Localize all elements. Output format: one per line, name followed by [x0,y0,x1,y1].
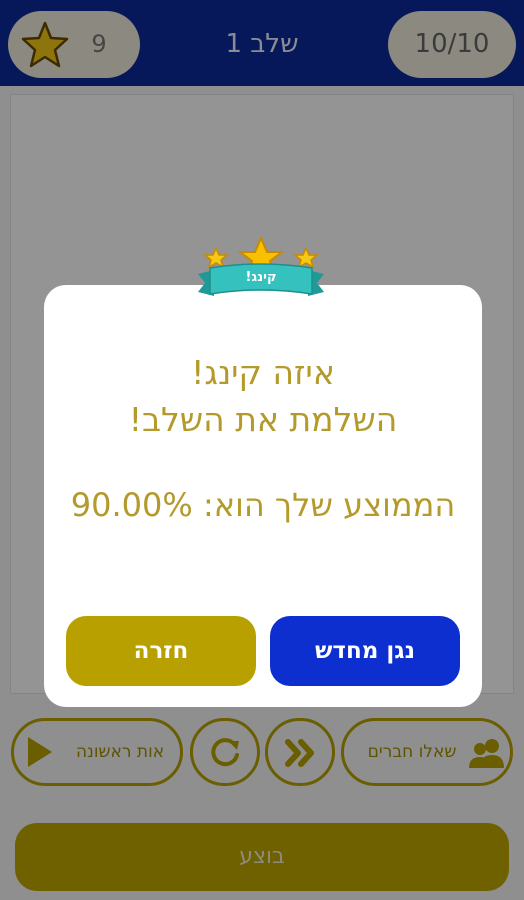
replay-button[interactable]: נגן מחדש [270,616,460,686]
dialog-subtitle: השלמת את השלב! [128,400,398,439]
dialog-title: איזה קינג! [191,353,335,392]
king-badge: קינג! [196,235,326,306]
back-button[interactable]: חזרה [66,616,256,686]
completion-dialog: איזה קינג! השלמת את השלב! הממוצע שלך הוא… [44,285,482,707]
badge-text: קינג! [245,270,277,285]
dialog-average: הממוצע שלך הוא: 90.00% [70,486,456,524]
